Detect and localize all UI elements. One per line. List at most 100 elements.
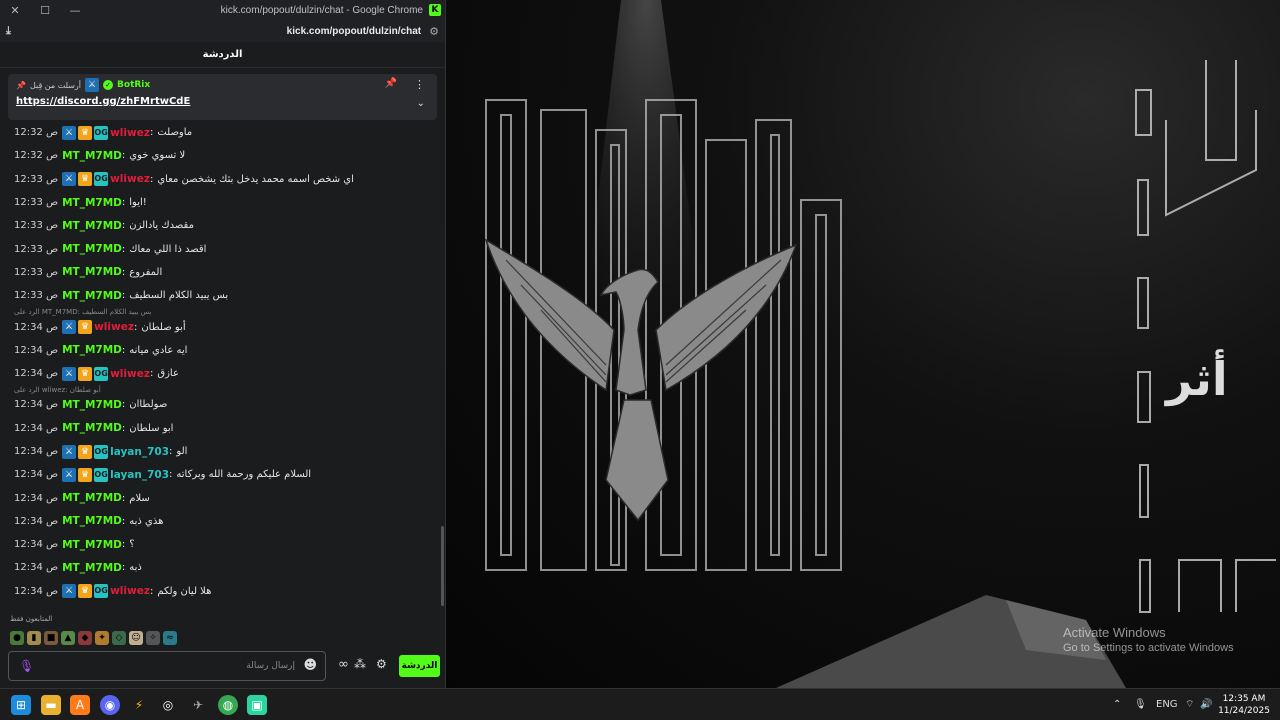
emoji-picker-icon[interactable]: ☻ — [303, 658, 317, 673]
message-username[interactable]: MT_M7MD — [62, 150, 122, 162]
vip-badge-icon[interactable]: ♛ — [78, 172, 93, 187]
app-bolt-icon[interactable]: ⚡ — [129, 695, 149, 715]
og-badge-icon[interactable]: OG — [94, 366, 109, 381]
chat-settings-icon[interactable]: ⚙ — [376, 657, 387, 671]
chat-message[interactable]: 12:33 ص MT_M7MD: بس يبيد الكلام السطيف — [0, 284, 440, 307]
discord-icon[interactable]: ◉ — [100, 695, 120, 715]
show-hidden-icons-icon[interactable]: ⌃ — [1113, 689, 1121, 720]
message-username[interactable]: MT_M7MD — [62, 344, 122, 356]
chat-message[interactable]: 12:34 ص MT_M7MD: صولطاان — [0, 393, 440, 416]
mod-badge-icon[interactable]: ⚔ — [62, 467, 77, 482]
og-badge-icon[interactable]: OG — [94, 467, 109, 482]
chat-message[interactable]: 12:34 ص MT_M7MD: ؟ — [0, 533, 440, 556]
message-username[interactable]: MT_M7MD — [62, 290, 122, 302]
message-username[interactable]: MT_M7MD — [62, 422, 122, 434]
app-fish-icon[interactable]: ✈ — [188, 695, 208, 715]
emote-icon[interactable]: ■ — [44, 631, 58, 645]
unpin-icon[interactable]: 📌 — [385, 78, 397, 89]
pinned-author[interactable]: BotRix — [117, 80, 150, 90]
language-indicator[interactable]: ENG — [1156, 689, 1178, 720]
chat-message[interactable]: 12:33 ص MT_M7MD: مقصدك يادالزن — [0, 214, 440, 237]
volume-icon[interactable]: 🔊 — [1200, 689, 1212, 720]
site-settings-icon[interactable]: ⚙ — [429, 25, 439, 38]
message-username[interactable]: wliwez — [94, 321, 134, 333]
community-icon[interactable]: ⁂ — [354, 657, 366, 671]
chat-message[interactable]: 12:34 ص MT_M7MD: هذي ذبه — [0, 510, 440, 533]
chat-message[interactable]: 12:34 ص ⚔ ♛ OG wliwez: هلا ليان ولكم — [0, 580, 440, 603]
chat-message[interactable]: 12:32 ص ⚔ ♛ OG wliwez: ماوصلت — [0, 121, 440, 144]
vip-badge-icon[interactable]: ♛ — [78, 467, 93, 482]
maximize-window-icon[interactable]: ☐ — [30, 4, 60, 17]
message-username[interactable]: MT_M7MD — [62, 562, 122, 574]
app-a-icon[interactable]: A — [70, 695, 90, 715]
vip-badge-icon[interactable]: ♛ — [78, 366, 93, 381]
og-badge-icon[interactable]: OG — [94, 125, 109, 140]
discord-link[interactable]: https://discord.gg/zhFMrtwCdE — [16, 96, 429, 107]
message-username[interactable]: MT_M7MD — [62, 515, 122, 527]
chat-message[interactable]: 12:34 ص MT_M7MD: ذبه — [0, 556, 440, 579]
message-username[interactable]: layan_703 — [110, 469, 169, 481]
chat-message[interactable]: 12:34 ص ⚔ ♛ OG layan_703: السلام عليكم ورحمة … — [0, 463, 440, 486]
message-username[interactable]: MT_M7MD — [62, 539, 122, 551]
og-badge-icon[interactable]: OG — [94, 444, 109, 459]
chat-message[interactable]: 12:33 ص MT_M7MD: اقصد ذا اللي معاك — [0, 237, 440, 260]
chat-message[interactable]: 12:34 ص MT_M7MD: سلام — [0, 486, 440, 509]
mod-badge-icon[interactable]: ⚔ — [62, 320, 77, 335]
emote-icon[interactable]: ✦ — [95, 631, 109, 645]
message-username[interactable]: layan_703 — [110, 446, 169, 458]
emote-icon[interactable]: ✧ — [146, 631, 160, 645]
mod-badge-icon[interactable]: ⚔ — [62, 172, 77, 187]
close-window-icon[interactable]: ✕ — [0, 4, 30, 17]
emote-icon[interactable]: ● — [10, 631, 24, 645]
mod-badge-icon[interactable]: ⚔ — [62, 366, 77, 381]
message-username[interactable]: wliwez — [110, 368, 150, 380]
chat-message[interactable]: 12:34 ص MT_M7MD: ابو سلطان — [0, 417, 440, 440]
system-clock[interactable]: 12:35 AM 11/24/2025 — [1214, 693, 1274, 717]
more-options-icon[interactable]: ⋮ — [414, 78, 425, 91]
windows-start-icon[interactable]: ⊞ — [11, 695, 31, 715]
emote-icon[interactable]: ≈ — [163, 631, 177, 645]
url-text[interactable]: kick.com/popout/dulzin/chat — [22, 26, 429, 37]
message-username[interactable]: MT_M7MD — [62, 492, 122, 504]
emote-icon[interactable]: ☺ — [129, 631, 143, 645]
vip-badge-icon[interactable]: ♛ — [78, 444, 93, 459]
wifi-icon[interactable]: ⌔ — [1185, 689, 1194, 720]
obs-icon[interactable]: ◎ — [158, 695, 178, 715]
message-username[interactable]: MT_M7MD — [62, 266, 122, 278]
chat-message[interactable]: 12:33 ص MT_M7MD: ايوا! — [0, 191, 440, 214]
vip-badge-icon[interactable]: ♛ — [78, 125, 93, 140]
download-icon[interactable]: ⤓ — [6, 24, 22, 38]
chat-scrollbar[interactable] — [441, 526, 444, 606]
vip-badge-icon[interactable]: ♛ — [78, 584, 93, 599]
message-username[interactable]: MT_M7MD — [62, 197, 122, 209]
message-username[interactable]: MT_M7MD — [62, 399, 122, 411]
send-chat-button[interactable]: الدردشة — [399, 655, 440, 677]
mod-badge-icon[interactable]: ⚔ — [62, 125, 77, 140]
og-badge-icon[interactable]: OG — [94, 584, 109, 599]
microphone-tray-icon[interactable]: 🎙 — [1134, 689, 1147, 720]
message-username[interactable]: MT_M7MD — [62, 220, 122, 232]
chat-input[interactable]: 🎙 إرسال رسالة ☻ — [8, 651, 326, 681]
chat-message[interactable]: 12:32 ص MT_M7MD: لا تسوي خوي — [0, 144, 440, 167]
emote-icon[interactable]: ▲ — [61, 631, 75, 645]
microphone-icon[interactable]: 🎙 — [19, 659, 34, 673]
chat-message[interactable]: 12:34 ص ⚔ ♛ OG wliwez: عازق — [0, 362, 440, 385]
mod-badge-icon[interactable]: ⚔ — [62, 444, 77, 459]
message-username[interactable]: wliwez — [110, 585, 150, 597]
vip-badge-icon[interactable]: ♛ — [78, 320, 93, 335]
chat-message[interactable]: 12:33 ص ⚔ ♛ OG wliwez: اي شخص اسمه محمد يدخل … — [0, 168, 440, 191]
infinity-icon[interactable]: ∞ — [338, 657, 349, 672]
chevron-down-icon[interactable]: ⌄ — [417, 98, 425, 109]
message-username[interactable]: wliwez — [110, 173, 150, 185]
emote-icon[interactable]: ◇ — [112, 631, 126, 645]
chat-message[interactable]: 12:33 ص MT_M7MD: المفروع — [0, 261, 440, 284]
emote-icon[interactable]: ▮ — [27, 631, 41, 645]
mod-badge-icon[interactable]: ⚔ — [62, 584, 77, 599]
og-badge-icon[interactable]: OG — [94, 172, 109, 187]
emote-icon[interactable]: ◆ — [78, 631, 92, 645]
chat-message[interactable]: 12:34 ص MT_M7MD: ايه عادي ميانه — [0, 339, 440, 362]
message-username[interactable]: wliwez — [110, 127, 150, 139]
chat-message[interactable]: 12:34 ص ⚔ ♛ wliwez: أبو صلطان — [0, 315, 440, 338]
app-green-icon[interactable]: ▣ — [247, 695, 267, 715]
minimize-window-icon[interactable]: — — [60, 4, 90, 17]
